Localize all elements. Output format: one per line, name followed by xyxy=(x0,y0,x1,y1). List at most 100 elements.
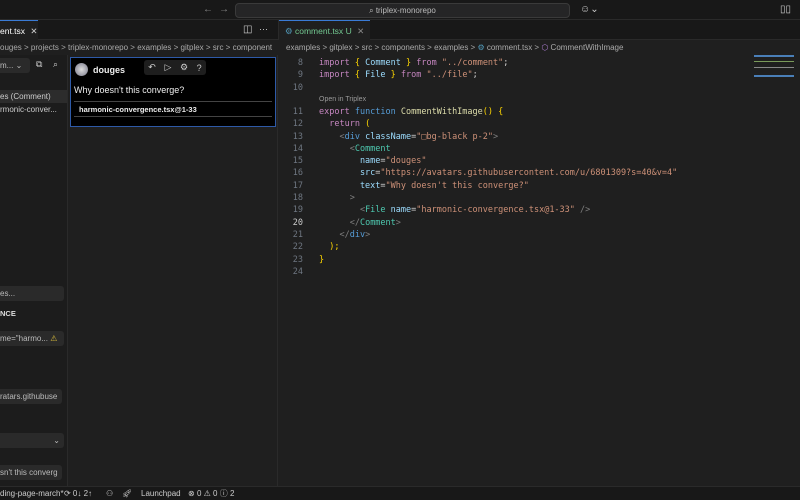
right-tab-bar: ⚙ comment.tsx U ✕ xyxy=(278,20,800,40)
code-token: "https://avatars.githubusercontent.com/u… xyxy=(380,168,678,179)
untracked-badge: U xyxy=(345,26,352,36)
code-line[interactable]: <File name="harmonic-convergence.tsx@1-3… xyxy=(319,205,590,215)
code-line[interactable]: return ( xyxy=(319,119,370,129)
launchpad-icon: 🚀︎ xyxy=(122,489,133,498)
command-center-search[interactable]: ⌕ triplex-monorepo xyxy=(235,3,570,18)
line-number: 15 xyxy=(292,156,303,167)
code-token: </ xyxy=(319,229,350,240)
open-file-icon[interactable]: ⧉ xyxy=(36,59,42,70)
tab-comment-tsx[interactable]: ⚙ comment.tsx U ✕ xyxy=(279,20,371,40)
code-editor[interactable]: 8 import { Comment } from "../comment"; 9 i… xyxy=(278,55,800,486)
code-line[interactable]: ); xyxy=(319,242,339,252)
title-bar: ← → ⌕ triplex-monorepo ☺⌄ ▯▯ xyxy=(0,0,800,20)
text-prop-field[interactable]: sn't this converg xyxy=(0,465,62,480)
code-line[interactable]: src="https://avatars.githubusercontent.c… xyxy=(319,168,677,178)
code-token: () { xyxy=(482,106,504,117)
copilot-icon[interactable]: ☺⌄ xyxy=(580,4,599,15)
code-line[interactable]: </div> xyxy=(319,230,370,240)
error-count: 0 xyxy=(196,489,202,498)
breadcrumb-symbol[interactable]: CommentWithImage xyxy=(551,43,624,52)
right-breadcrumb[interactable]: examples > gitplex > src > components > … xyxy=(286,40,786,55)
code-token: "douges" xyxy=(385,156,427,167)
code-token: function xyxy=(354,106,401,117)
line-number: 21 xyxy=(292,229,303,240)
launchpad-button[interactable]: Launchpad xyxy=(141,487,181,500)
component-preview-frame[interactable]: douges ↶ ▷ ⚙ ? Why doesn't this converge… xyxy=(70,57,276,127)
undo-icon[interactable]: ↶ xyxy=(148,62,156,73)
breadcrumb-file[interactable]: comment.tsx xyxy=(487,43,532,52)
codelens-open-in-triplex[interactable]: Open in Triplex xyxy=(319,96,366,103)
tab-component[interactable]: ent.tsx ✕ xyxy=(0,20,38,40)
warning-count: 0 xyxy=(213,489,218,498)
help-icon[interactable]: ? xyxy=(197,63,202,73)
breadcrumb-path[interactable]: examples > gitplex > src > components > … xyxy=(286,43,475,52)
code-line[interactable]: export function CommentWithImage() { xyxy=(319,107,503,117)
react-file-icon: ⚙ xyxy=(285,26,293,36)
play-icon[interactable]: ▷ xyxy=(164,62,171,73)
settings-icon[interactable]: ⚙ xyxy=(180,62,188,73)
code-token: from xyxy=(416,58,442,68)
code-token: div xyxy=(344,131,366,142)
section-heading: NCE xyxy=(0,309,16,318)
code-token: Comment xyxy=(354,143,391,154)
left-breadcrumb[interactable]: ouges > projects > triplex-monorepo > ex… xyxy=(0,40,278,55)
symbol-icon: ⬡ xyxy=(541,43,549,52)
code-line[interactable]: } xyxy=(319,255,324,265)
component-select[interactable]: m... ⌄ xyxy=(0,58,30,73)
split-editor-icon[interactable]: ◫ xyxy=(243,24,252,35)
code-line[interactable]: import { Comment } from "../comment"; xyxy=(319,58,508,68)
code-line[interactable]: <div className="□bg-black p-2"> xyxy=(319,132,498,142)
code-line[interactable]: <Comment xyxy=(319,144,391,154)
tree-item-file[interactable]: rmonic-conver... xyxy=(0,103,57,116)
select-value: m... xyxy=(0,61,14,70)
code-token: "Why doesn't this converge?" xyxy=(385,180,529,191)
code-line[interactable]: > xyxy=(319,193,355,203)
problems-indicator[interactable]: ⊗ 0 ⚠ 0 ⓘ 2 xyxy=(188,487,234,500)
code-token: "../file" xyxy=(426,70,473,81)
code-line[interactable]: text="Why doesn't this converge?" xyxy=(319,181,529,191)
children-prop-field[interactable]: me="harmo... ⚠ xyxy=(0,331,64,346)
code-token: return xyxy=(319,119,366,130)
tab-label: comment.tsx xyxy=(295,26,344,36)
line-number: 11 xyxy=(292,106,303,117)
line-number: 19 xyxy=(292,205,303,216)
code-token: { xyxy=(354,70,366,81)
scene-sidebar: m... ⌄ ⧉ ⌕ es (Comment) rmonic-conver...… xyxy=(0,55,68,486)
more-actions-icon[interactable]: ··· xyxy=(259,24,268,34)
line-number: 9 xyxy=(297,70,303,81)
error-icon: ⊗ xyxy=(188,489,195,498)
minimap[interactable] xyxy=(754,55,794,90)
line-number: 8 xyxy=(297,58,303,68)
code-line[interactable]: </Comment> xyxy=(319,218,401,228)
field-value: me="harmo... xyxy=(0,334,48,343)
code-token: src xyxy=(319,168,376,179)
code-token: text xyxy=(319,180,381,191)
code-token: Comment xyxy=(365,58,407,68)
account-icon[interactable]: ⚇ xyxy=(106,487,113,500)
code-token: name xyxy=(390,205,412,216)
code-token: import xyxy=(319,70,355,81)
code-line[interactable]: name="douges" xyxy=(319,156,427,166)
close-icon[interactable]: ✕ xyxy=(357,26,364,36)
layout-toggle-icon[interactable]: ▯▯ xyxy=(780,4,791,15)
code-line[interactable]: import { File } from "../file"; xyxy=(319,70,478,80)
code-token: ; xyxy=(472,70,478,81)
warning-icon: ⚠ xyxy=(203,489,211,498)
tree-item-comment[interactable]: es (Comment) xyxy=(0,90,67,103)
search-icon[interactable]: ⌕ xyxy=(53,59,58,70)
back-button[interactable]: ← xyxy=(203,4,213,15)
comment-text: Why doesn't this converge? xyxy=(74,85,185,95)
warning-icon: ⚠ xyxy=(50,334,58,343)
code-token: } xyxy=(406,58,417,68)
code-token: /> xyxy=(574,205,591,216)
close-icon[interactable]: ✕ xyxy=(30,26,37,36)
code-token: ; xyxy=(503,58,509,68)
left-tab-bar: ent.tsx ✕ ◫ ··· xyxy=(0,20,278,40)
filter-props-input[interactable]: es... xyxy=(0,286,64,301)
forward-button[interactable]: → xyxy=(219,4,229,15)
code-token: < xyxy=(319,205,366,216)
src-prop-field[interactable]: ratars.githubuse xyxy=(0,389,62,404)
git-sync[interactable]: ⟳ 0↓ 2↑ xyxy=(64,487,92,500)
prop-select[interactable]: ⌄ xyxy=(0,433,64,448)
git-branch[interactable]: ding-page-march* xyxy=(0,487,64,500)
